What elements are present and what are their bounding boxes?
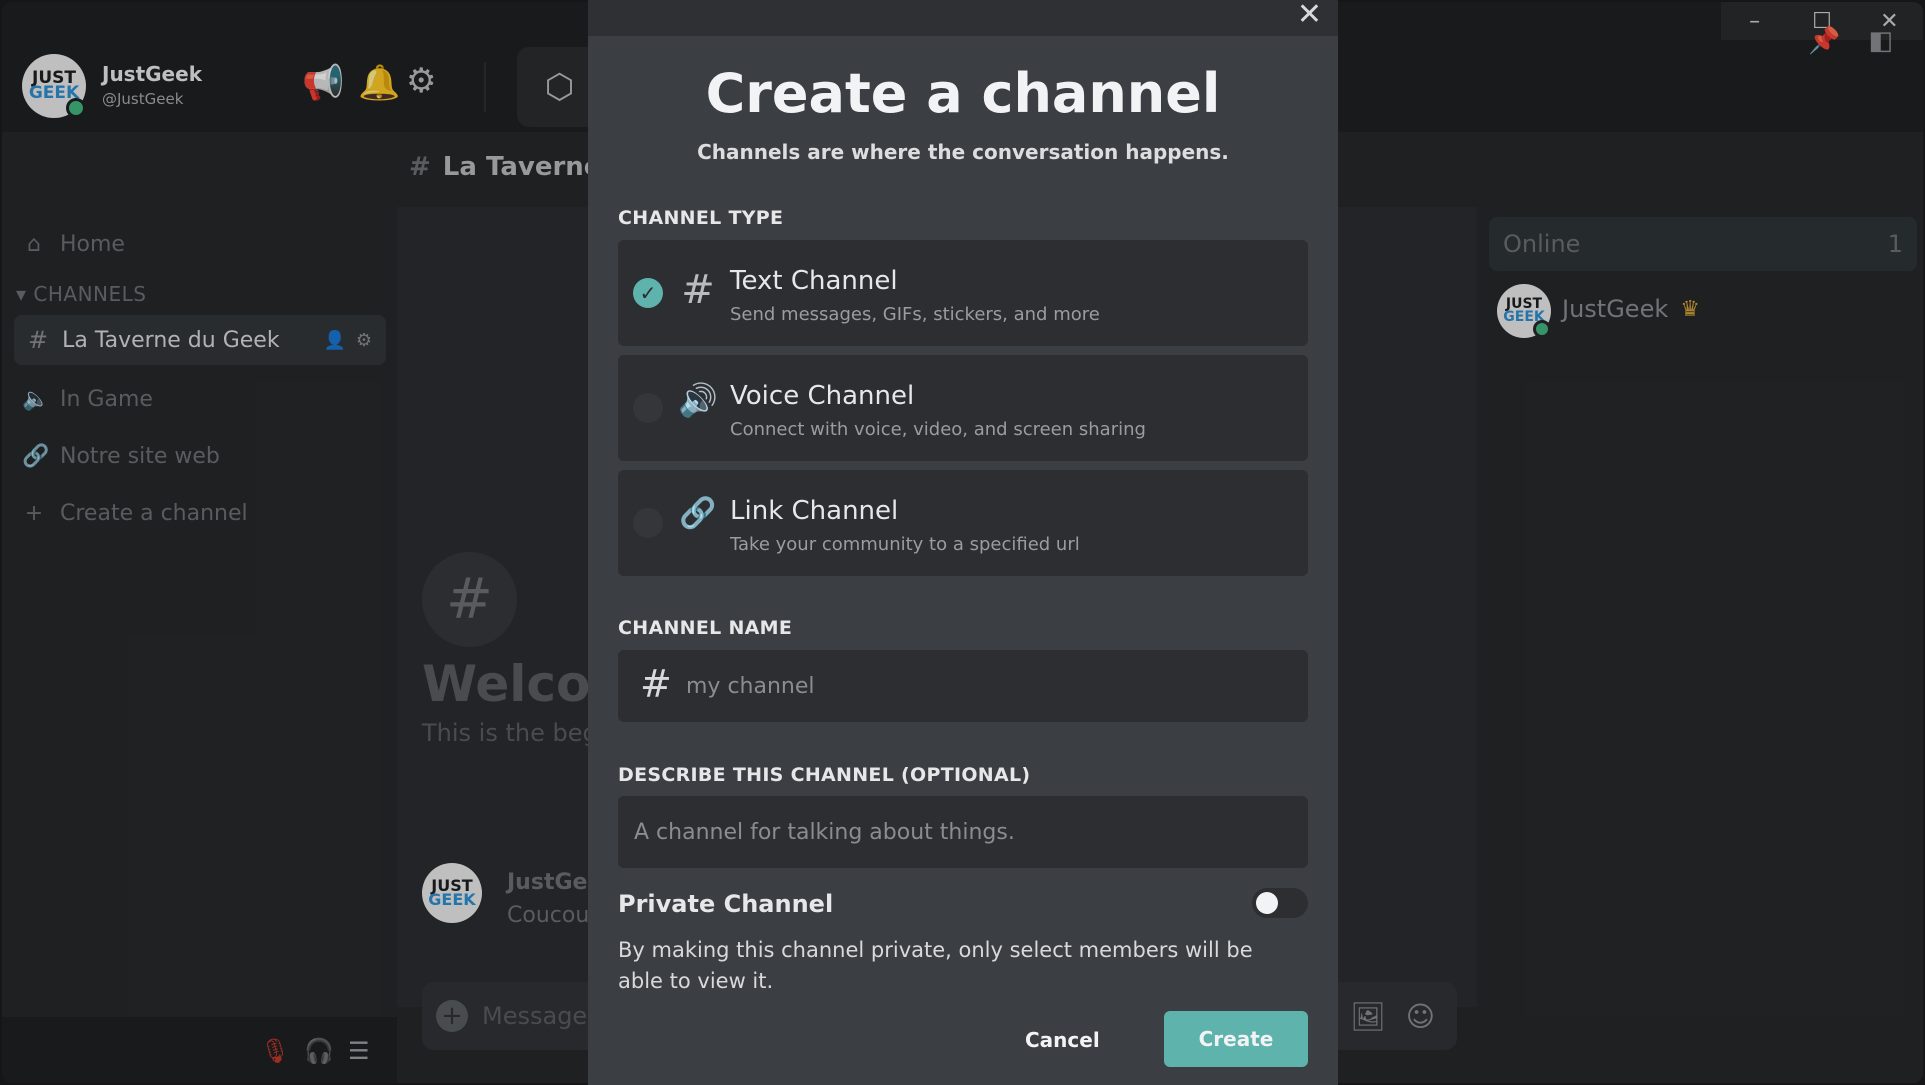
channel-type-text[interactable]: ✓ # Text Channel Send messages, GIFs, st… — [618, 240, 1308, 346]
modal-top-strip — [588, 0, 1338, 36]
private-channel-toggle[interactable] — [1252, 888, 1308, 918]
channel-type-voice[interactable]: 🔊 Voice Channel Connect with voice, vide… — [618, 355, 1308, 461]
radio-unselected[interactable] — [633, 508, 663, 538]
radio-unselected[interactable] — [633, 393, 663, 423]
toggle-knob — [1256, 892, 1278, 914]
channel-type-link[interactable]: 🔗 Link Channel Take your community to a … — [618, 470, 1308, 576]
modal-subtitle: Channels are where the conversation happ… — [697, 140, 1229, 164]
create-channel-modal: ✕ Create a channel Channels are where th… — [588, 0, 1338, 1085]
channel-type-label: CHANNEL TYPE — [618, 207, 784, 229]
channel-name-input[interactable] — [686, 650, 1286, 722]
channel-name-field: # — [618, 650, 1308, 722]
private-channel-description: By making this channel private, only sel… — [618, 938, 1253, 993]
describe-field — [618, 796, 1308, 868]
close-icon[interactable]: ✕ — [1297, 0, 1322, 30]
modal-title: Create a channel — [705, 62, 1221, 125]
channel-description-input[interactable] — [634, 796, 1284, 868]
create-button[interactable]: Create — [1164, 1011, 1308, 1067]
channel-name-label: CHANNEL NAME — [618, 617, 793, 639]
hash-icon: # — [640, 662, 672, 706]
link-icon: 🔗 — [679, 496, 717, 531]
hash-icon: # — [681, 267, 715, 313]
check-icon[interactable]: ✓ — [633, 278, 663, 308]
describe-label: DESCRIBE THIS CHANNEL (OPTIONAL) — [618, 764, 1031, 786]
speaker-icon: 🔊 — [678, 381, 718, 419]
private-channel-title: Private Channel — [618, 890, 834, 918]
cancel-button[interactable]: Cancel — [1025, 1012, 1100, 1068]
